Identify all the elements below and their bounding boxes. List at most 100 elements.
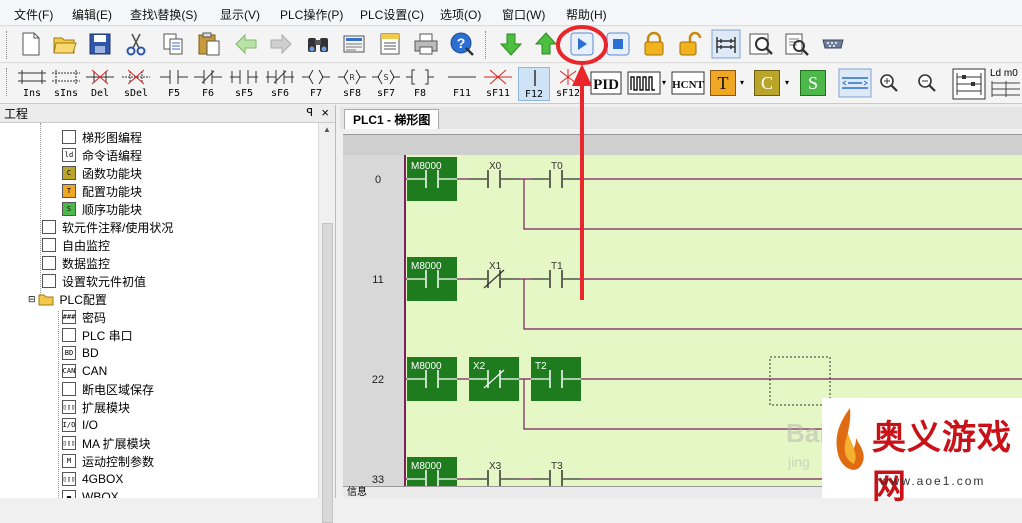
contact-t3[interactable]: T3 xyxy=(531,461,581,486)
contact-t1[interactable]: T1 xyxy=(531,261,581,288)
copy-icon[interactable] xyxy=(160,31,186,57)
ladder-rung[interactable]: 0 M8000 X0 T0 xyxy=(375,157,1022,230)
application-instruction-button[interactable]: F8 xyxy=(404,67,436,101)
contact-x3[interactable]: X3 xyxy=(469,461,519,486)
close-icon[interactable]: × xyxy=(321,105,329,120)
binoculars-icon[interactable] xyxy=(305,31,331,57)
tree-item[interactable]: ▯▯▯ MA 扩展模块 xyxy=(62,434,151,452)
dropdown-arrow-icon[interactable]: ▾ xyxy=(740,78,744,87)
menu-help[interactable]: 帮助(H) xyxy=(566,6,607,23)
tree-item[interactable]: 自由监控 xyxy=(42,236,110,254)
timer-block-icon[interactable]: T xyxy=(710,70,736,96)
ladder-rung[interactable]: 11 M8000 X1 T1 xyxy=(372,257,1022,330)
dropdown-arrow-icon[interactable]: ▾ xyxy=(785,78,789,87)
delete-vertical-line-button[interactable]: sF12 xyxy=(552,67,584,101)
pid-icon[interactable]: PID xyxy=(590,70,622,96)
open-folder-icon[interactable] xyxy=(52,31,78,57)
tree-item[interactable]: CAN CAN xyxy=(62,362,107,380)
scroll-up-icon[interactable]: ▲ xyxy=(323,125,331,134)
tab-ladder-plc1[interactable]: PLC1 - 梯形图 xyxy=(344,109,440,129)
stop-icon[interactable] xyxy=(605,31,631,57)
contact-x0[interactable]: X0 xyxy=(469,161,519,188)
shift-delete-row-button[interactable]: sDel xyxy=(120,67,152,101)
ld-m0-preview[interactable]: Ld m0 xyxy=(990,68,1022,100)
tree-item[interactable]: I/O I/O xyxy=(62,416,98,434)
menu-edit[interactable]: 编辑(E) xyxy=(72,6,112,23)
pin-icon[interactable]: ꟼ xyxy=(306,106,313,119)
tree-item[interactable]: ld 命令语编程 xyxy=(62,146,142,164)
zoom-in-icon[interactable] xyxy=(878,72,900,94)
tree-scrollbar[interactable]: ▲ xyxy=(318,123,335,523)
tree-item[interactable]: C 函数功能块 xyxy=(62,164,142,182)
contact-x2[interactable]: X2 xyxy=(469,357,519,401)
run-play-icon[interactable] xyxy=(569,31,595,57)
tree-item[interactable]: 断电区域保存 xyxy=(62,380,154,398)
contact-t2[interactable]: T2 xyxy=(531,357,581,401)
tree-item[interactable]: 梯形图编程 xyxy=(62,128,142,146)
contact-m8000[interactable]: M8000 xyxy=(407,157,457,201)
help-icon[interactable]: ? xyxy=(449,31,475,57)
tree-item[interactable]: BD BD xyxy=(62,344,99,362)
tree-item[interactable]: ▬ WBOX xyxy=(62,488,119,498)
contact-m8000[interactable]: M8000 xyxy=(407,357,457,401)
menu-plc-settings[interactable]: PLC设置(C) xyxy=(360,6,424,23)
step-block-icon[interactable]: S xyxy=(800,70,826,96)
ladder-view-icon[interactable] xyxy=(952,68,986,100)
forward-arrow-icon[interactable] xyxy=(268,31,294,57)
zoom-monitor-icon[interactable] xyxy=(748,31,774,57)
tree-item[interactable]: T 配置功能块 xyxy=(62,182,142,200)
tree-item[interactable]: S 顺序功能块 xyxy=(62,200,142,218)
lock-icon[interactable] xyxy=(641,31,667,57)
document-list-icon[interactable] xyxy=(377,31,403,57)
tree-item[interactable]: PLC 串口 xyxy=(62,326,133,344)
menu-view[interactable]: 显示(V) xyxy=(220,6,260,23)
tree-item[interactable]: ▯▯▯ 扩展模块 xyxy=(62,398,130,416)
reset-coil-button[interactable]: RsF8 xyxy=(336,67,368,101)
save-icon[interactable] xyxy=(87,31,113,57)
delete-row-button[interactable]: Del xyxy=(84,67,116,101)
menu-plc-operation[interactable]: PLC操作(P) xyxy=(280,6,343,23)
normally-open-contact-button[interactable]: F5 xyxy=(158,67,190,101)
tree-item[interactable]: M 运动控制参数 xyxy=(62,452,154,470)
unlock-icon[interactable] xyxy=(677,31,703,57)
print-icon[interactable] xyxy=(413,31,439,57)
register-icon[interactable] xyxy=(341,31,367,57)
insert-row-button[interactable]: Ins xyxy=(16,67,48,101)
output-coil-button[interactable]: F7 xyxy=(300,67,332,101)
horizontal-line-button[interactable]: F11 xyxy=(446,67,478,101)
download-arrow-icon[interactable] xyxy=(498,31,524,57)
counter-block-icon[interactable]: C xyxy=(754,70,780,96)
cell-cursor[interactable] xyxy=(769,356,831,406)
contact-t0[interactable]: T0 xyxy=(531,161,581,188)
parallel-nc-contact-button[interactable]: sF6 xyxy=(264,67,296,101)
new-file-icon[interactable] xyxy=(18,31,44,57)
set-coil-button[interactable]: SsF7 xyxy=(370,67,402,101)
toolbar-grip[interactable] xyxy=(485,31,488,59)
vertical-line-button[interactable]: F12 xyxy=(518,67,550,101)
tree-item[interactable]: 软元件注释/使用状况 xyxy=(42,218,173,236)
ladder-monitor-icon[interactable] xyxy=(711,29,741,59)
shift-insert-row-button[interactable]: sIns xyxy=(50,67,82,101)
menu-window[interactable]: 窗口(W) xyxy=(502,6,545,23)
tree-item[interactable]: ### 密码 xyxy=(62,308,106,326)
parallel-connect-icon[interactable] xyxy=(838,68,872,98)
paste-icon[interactable] xyxy=(196,31,222,57)
normally-closed-contact-button[interactable]: F6 xyxy=(192,67,224,101)
menu-find-replace[interactable]: 查找\替换(S) xyxy=(130,6,197,23)
tree-item[interactable]: ▯▯▯ 4GBOX xyxy=(62,470,123,488)
tree-item[interactable]: ⊟ PLC配置 xyxy=(28,290,107,308)
pulse-output-icon[interactable] xyxy=(627,70,661,96)
upload-arrow-icon[interactable] xyxy=(533,31,559,57)
menu-options[interactable]: 选项(O) xyxy=(440,6,481,23)
contact-m8000[interactable]: M8000 xyxy=(407,257,457,301)
toolbar-grip[interactable] xyxy=(6,68,9,96)
scroll-thumb[interactable] xyxy=(322,223,333,523)
contact-m8000[interactable]: M8000 xyxy=(407,457,457,486)
toolbar-grip[interactable] xyxy=(6,31,9,59)
menu-file[interactable]: 文件(F) xyxy=(14,6,53,23)
zoom-out-icon[interactable] xyxy=(916,72,938,94)
hcnt-icon[interactable]: HCNT xyxy=(671,70,705,96)
serial-port-icon[interactable] xyxy=(820,31,846,57)
tree-item[interactable]: 设置软元件初值 xyxy=(42,272,146,290)
collapse-icon[interactable]: ⊟ xyxy=(28,294,36,305)
